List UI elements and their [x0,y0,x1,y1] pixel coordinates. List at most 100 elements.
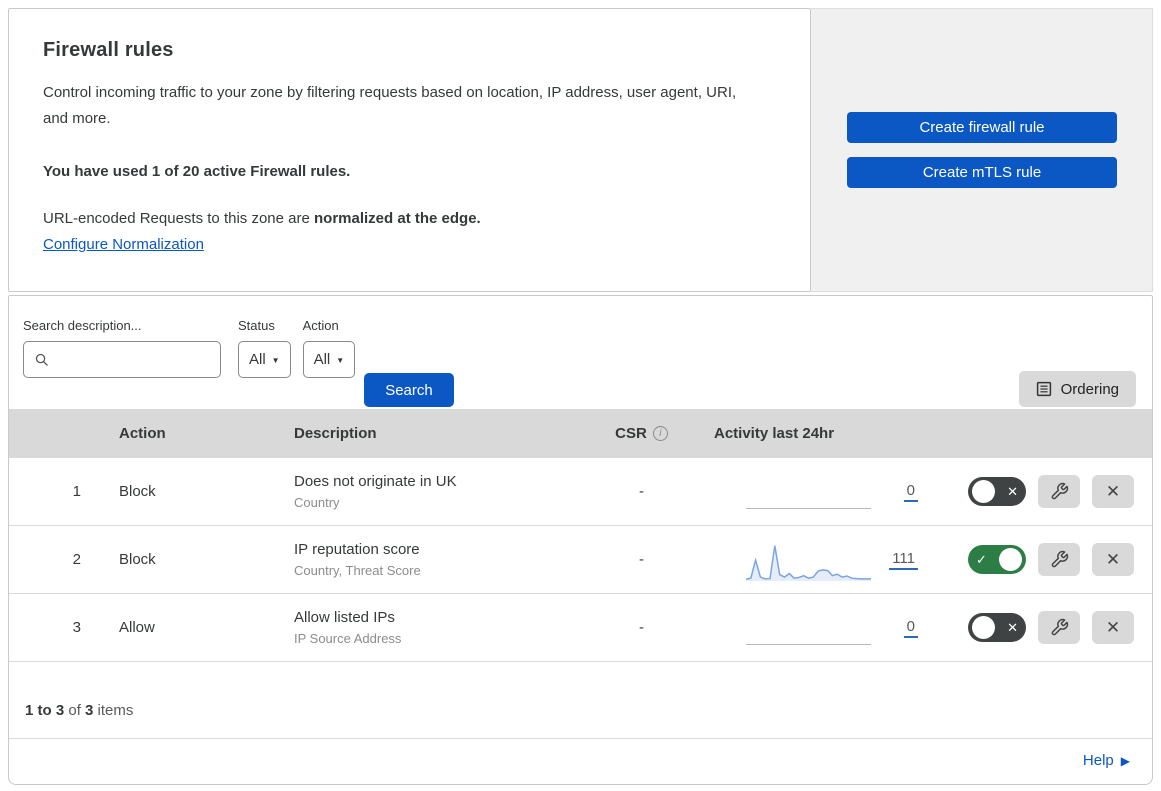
normalization-bold-text: normalized at the edge. [314,209,481,227]
status-dropdown-value: All [249,351,266,368]
rule-enabled-toggle[interactable]: ✕ [968,477,1026,506]
delete-rule-button[interactable]: ✕ [1092,475,1134,508]
arrow-right-icon: ▶ [1120,754,1130,768]
rule-csr: - [639,483,644,500]
action-dropdown-value: All [313,351,331,368]
wrench-icon [1050,618,1069,637]
close-icon: ✕ [1105,549,1121,569]
rule-description: Does not originate in UK [294,473,457,490]
close-icon: ✕ [1105,481,1121,501]
rule-fields: Country [294,495,340,510]
action-dropdown[interactable]: All ▼ [302,341,356,378]
delete-rule-button[interactable]: ✕ [1092,611,1134,644]
edit-rule-button[interactable] [1038,611,1080,644]
usage-summary: You have used 1 of 20 active Firewall ru… [43,162,351,180]
rule-csr: - [639,619,644,636]
col-description-header: Description [294,425,377,442]
activity-count-link[interactable]: 0 [903,482,918,502]
toggle-x-icon: ✕ [1007,483,1018,499]
help-link-label: Help [1082,752,1114,769]
rule-enabled-toggle[interactable]: ✕ [968,613,1026,642]
search-button[interactable]: Search [364,373,454,407]
info-icon[interactable]: i [652,426,668,441]
col-csr-header: CSR i [589,425,694,442]
rule-controls: ✓ ✕ [924,543,1152,576]
col-action-header: Action [119,425,166,442]
col-activity-header: Activity last 24hr [714,425,835,442]
toggle-check-icon: ✓ [976,551,987,567]
wrench-icon [1050,482,1069,501]
normalization-note: URL-encoded Requests to this zone are no… [43,210,770,227]
configure-normalization-link[interactable]: Configure Normalization [43,236,204,253]
rule-description-cell: IP reputation score Country, Threat Scor… [279,541,589,578]
status-label: Status [238,318,275,333]
status-dropdown[interactable]: All ▼ [238,341,291,378]
create-firewall-rule-button[interactable]: Create firewall rule [847,112,1117,143]
help-bar: Help ▶ [9,738,1152,770]
top-section: Firewall rules Control incoming traffic … [8,8,1153,292]
edit-rule-button[interactable] [1038,543,1080,576]
table-row: 2 Block IP reputation score Country, Thr… [9,526,1152,594]
toggle-knob [972,480,995,503]
ordering-list-icon [1036,381,1052,397]
rule-priority: 3 [72,619,81,636]
rule-enabled-toggle[interactable]: ✓ [968,545,1026,574]
rule-description-cell: Does not originate in UK Country [279,473,589,510]
filter-bar: Search description... Status All ▼ Actio… [9,296,1152,409]
rule-fields: Country, Threat Score [294,563,421,578]
activity-count-link[interactable]: 0 [903,618,918,638]
intro-card: Firewall rules Control incoming traffic … [8,8,811,292]
pagination-summary: 1 to 3 of 3 items [9,662,1152,738]
action-filter-group: Action All ▼ [302,318,356,378]
rule-description: IP reputation score [294,541,420,558]
page-title: Firewall rules [43,39,174,61]
ordering-button-label: Ordering [1060,380,1119,398]
search-group: Search description... [23,318,236,378]
toggle-x-icon: ✕ [1007,619,1018,635]
chevron-down-icon: ▼ [271,356,280,365]
rule-action: Block [119,551,156,568]
normalization-text: URL-encoded Requests to this zone are [43,209,314,227]
pagination-of: of [64,702,86,719]
chevron-down-icon: ▼ [336,356,345,365]
help-link[interactable]: Help ▶ [1083,752,1130,769]
toggle-knob [972,616,995,639]
close-icon: ✕ [1105,617,1121,637]
rule-activity-cell: 0 [694,594,924,661]
ordering-button[interactable]: Ordering [1018,371,1136,407]
search-input[interactable] [55,342,236,377]
page-description: Control incoming traffic to your zone by… [43,84,737,128]
edit-rule-button[interactable] [1038,475,1080,508]
rule-priority: 2 [72,551,81,568]
rules-panel: Search description... Status All ▼ Actio… [8,295,1153,785]
rule-activity-cell: 0 [694,458,924,525]
activity-sparkline [746,606,871,650]
rule-priority: 1 [72,483,81,500]
search-icon [34,352,49,367]
rule-csr: - [639,551,644,568]
table-row: 3 Allow Allow listed IPs IP Source Addre… [9,594,1152,662]
actions-panel: Create firewall rule Create mTLS rule [811,8,1153,292]
table-row: 1 Block Does not originate in UK Country… [9,458,1152,526]
search-label: Search description... [23,318,142,333]
pagination-range: 1 to 3 [25,702,65,719]
rule-action: Block [119,483,156,500]
pagination-items: items [93,702,134,719]
rule-description: Allow listed IPs [294,609,395,626]
rule-activity-cell: 111 [694,526,924,593]
toggle-knob [999,548,1022,571]
action-label: Action [302,318,339,333]
csr-header-label: CSR [615,425,647,442]
search-field[interactable] [23,341,236,378]
rule-description-cell: Allow listed IPs IP Source Address [279,609,589,646]
table-header: Action Description CSR i Activity last 2… [9,409,1152,458]
activity-count-link[interactable]: 111 [889,550,918,570]
delete-rule-button[interactable]: ✕ [1092,543,1134,576]
create-mtls-rule-button[interactable]: Create mTLS rule [847,157,1117,188]
rule-action: Allow [119,619,155,636]
wrench-icon [1050,550,1069,569]
activity-sparkline [746,470,871,514]
rule-controls: ✕ ✕ [924,611,1152,644]
rule-fields: IP Source Address [294,631,402,646]
activity-sparkline [746,538,871,582]
